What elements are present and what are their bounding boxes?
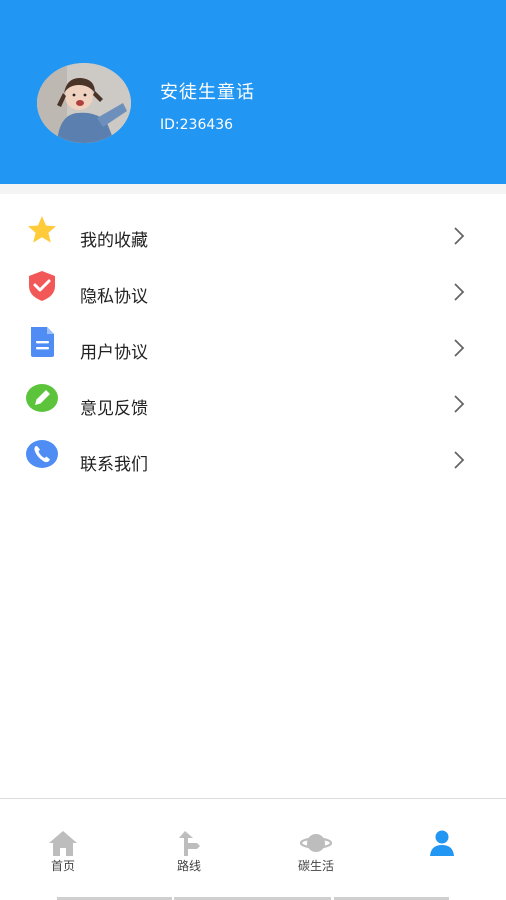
home-icon [49,831,77,856]
signpost-icon [179,831,200,856]
phone-icon [26,440,58,468]
pencil-icon [26,384,58,412]
menu-label-favorites: 我的收藏 [80,231,148,251]
profile-header: 安徒生童话 ID:236436 [0,0,506,184]
user-name: 安徒生童话 [160,82,255,103]
avatar[interactable] [37,63,131,143]
menu-item-privacy[interactable]: 隐私协议 [0,258,506,314]
menu-label-privacy: 隐私协议 [80,287,148,307]
tab-carbon-life[interactable]: 碳生活 [253,799,379,889]
bottom-tab-bar: 首页 路线 碳生活 [0,798,506,900]
user-icon [430,830,454,856]
planet-icon [300,834,332,852]
avatar-photo [37,63,131,143]
star-icon [28,216,56,243]
menu-label-contact: 联系我们 [80,455,148,475]
menu-item-contact[interactable]: 联系我们 [0,426,506,482]
chevron-right-icon [454,227,465,245]
chevron-right-icon [454,283,465,301]
menu-item-favorites[interactable]: 我的收藏 [0,202,506,258]
menu-list: 我的收藏 隐私协议 用户协议 意见反馈 联系我们 [0,194,506,475]
tab-home[interactable]: 首页 [0,799,126,889]
menu-label-feedback: 意见反馈 [80,399,148,419]
menu-item-user-agreement[interactable]: 用户协议 [0,314,506,370]
user-id: ID:236436 [160,117,234,133]
tab-label-home: 首页 [50,859,75,873]
chevron-right-icon [454,339,465,357]
shield-check-icon [29,271,55,301]
tab-label-route: 路线 [176,859,201,873]
section-divider [0,184,506,194]
tab-route[interactable]: 路线 [126,799,252,889]
menu-label-user-agreement: 用户协议 [80,343,148,363]
document-icon [31,327,54,357]
tab-label-carbon-life: 碳生活 [297,859,334,873]
tab-profile[interactable] [379,799,505,889]
chevron-right-icon [454,395,465,413]
chevron-right-icon [454,451,465,469]
menu-item-feedback[interactable]: 意见反馈 [0,370,506,426]
